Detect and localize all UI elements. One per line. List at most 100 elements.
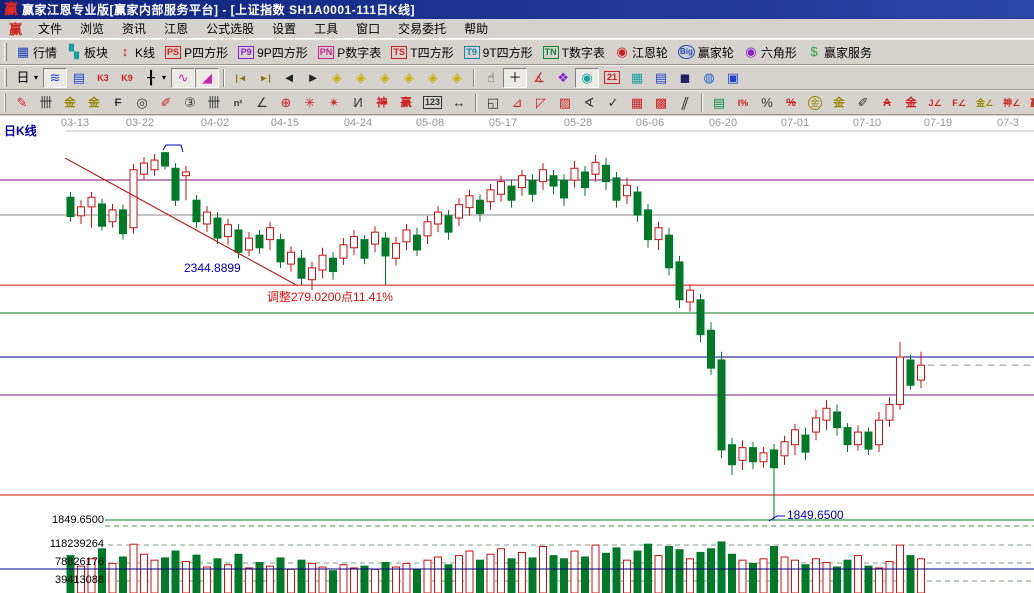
width-measure-button[interactable]: ↔ — [447, 93, 471, 113]
9t-square-button[interactable]: T99T四方形 — [459, 41, 538, 64]
circle-3-button[interactable]: ③ — [178, 93, 202, 113]
n-square-button[interactable]: n² — [226, 93, 250, 113]
f-angle-button[interactable]: F∠ — [947, 93, 971, 113]
box-lines-button[interactable]: ▨ — [553, 93, 577, 113]
go-prev-button[interactable]: ◄ — [277, 68, 301, 88]
ying-lines-button[interactable]: 赢 — [394, 93, 418, 113]
go-next-button[interactable]: ► — [301, 68, 325, 88]
menu-item-5[interactable]: 设置 — [263, 18, 305, 39]
diamond-right-button[interactable]: ◈ — [349, 68, 373, 88]
gold-red-lines-button[interactable]: 金 — [899, 93, 923, 113]
gann-wheel-small-button[interactable]: ✳ — [298, 93, 322, 113]
quotes-button[interactable]: ▦行情 — [11, 41, 62, 64]
color-chart-tool-button[interactable]: ◢ — [195, 68, 219, 88]
candle-style-button[interactable]: ╂▾ — [139, 68, 171, 88]
ruler-123-button[interactable]: 123 — [418, 93, 447, 112]
parallel-lines-button[interactable]: ∥ — [673, 93, 697, 113]
diamond-expand-button[interactable]: ◈ — [421, 68, 445, 88]
protractor-button[interactable]: ∠ — [250, 93, 274, 113]
menu-item-7[interactable]: 窗口 — [347, 18, 389, 39]
zoom-area-tool-button[interactable]: ≋ — [43, 68, 67, 88]
diamond-center-button[interactable]: ◈ — [445, 68, 469, 88]
square-tool-button[interactable]: ◱ — [481, 93, 505, 113]
hand-tool-button[interactable]: ☝ — [479, 68, 503, 88]
spiral-button[interactable]: ◎ — [130, 93, 154, 113]
calculator-button[interactable]: ▦ — [625, 68, 649, 88]
fan-in-box-button[interactable]: ◸ — [529, 93, 553, 113]
percent-lines-button[interactable]: % — [779, 93, 803, 113]
go-last-button[interactable]: ►| — [253, 68, 277, 88]
ruler-pencil-2-button[interactable]: ✐ — [851, 93, 875, 113]
system-monitor-button[interactable]: ▣ — [721, 68, 745, 88]
gold-hash-button[interactable]: 金 — [827, 93, 851, 113]
i-percent-button[interactable]: I% — [731, 93, 755, 113]
chart-area[interactable]: 日K线 03-1303-2204-0204-1504-2405-0805-170… — [0, 116, 1034, 593]
notes-button[interactable]: ▤ — [649, 68, 673, 88]
candle-body — [561, 180, 568, 198]
fan-in-box-icon: ◸ — [534, 96, 548, 110]
menu-item-0[interactable]: 文件 — [29, 18, 71, 39]
menu-item-4[interactable]: 公式选股 — [197, 18, 263, 39]
gann-shape-tool-button[interactable]: ❖ — [551, 68, 575, 88]
ma-9-button[interactable]: K9 — [115, 68, 139, 88]
cycle-tool-button[interactable]: ◉ — [575, 68, 599, 88]
menu-item-1[interactable]: 浏览 — [71, 18, 113, 39]
gold-lines-2-button[interactable]: 金 — [82, 93, 106, 113]
wave-n-button[interactable]: И — [346, 93, 370, 113]
hatch-lines-button[interactable]: 卌 — [34, 93, 58, 113]
spiral-icon: ◎ — [135, 96, 149, 110]
winner-wheel-button[interactable]: Big赢家轮 — [673, 41, 739, 64]
list-panel-button[interactable]: ▤ — [707, 93, 731, 113]
candle-body — [88, 197, 95, 207]
diamond-down-button[interactable]: ◈ — [397, 68, 421, 88]
zigzag-tool-button[interactable]: ∿ — [171, 68, 195, 88]
j-angle-button[interactable]: J∠ — [923, 93, 947, 113]
brush-button[interactable]: ✎ — [10, 93, 34, 113]
hatch-lines-2-button[interactable]: 卌 — [202, 93, 226, 113]
calendar-button[interactable]: 21 — [599, 68, 625, 87]
diamond-left-button[interactable]: ◈ — [325, 68, 349, 88]
menu-item-8[interactable]: 交易委托 — [389, 18, 455, 39]
shen-angle-button[interactable]: 神∠ — [998, 93, 1025, 113]
f-lines-button[interactable]: F — [106, 93, 130, 113]
angle-measure-button[interactable]: ∡ — [527, 68, 551, 88]
export-disk-button[interactable]: ◍ — [697, 68, 721, 88]
wave-check-button[interactable]: ✓ — [601, 93, 625, 113]
shen-lines-button[interactable]: 神 — [370, 93, 394, 113]
diamond-up-button[interactable]: ◈ — [373, 68, 397, 88]
ying-angle-button[interactable]: 赢∠ — [1025, 93, 1034, 113]
gold-circle-button[interactable]: 金 — [803, 93, 827, 113]
t-digit-table-button[interactable]: TNT数字表 — [538, 41, 610, 64]
percent-button[interactable]: % — [755, 93, 779, 113]
pencil-ruler-button[interactable]: ✐ — [154, 93, 178, 113]
sectors-button[interactable]: ▚板块 — [62, 41, 113, 64]
period-daily-button[interactable]: 日▾ — [11, 68, 43, 88]
save-button[interactable]: ◼ — [673, 68, 697, 88]
red-grid-2-button[interactable]: ▩ — [649, 93, 673, 113]
menu-item-6[interactable]: 工具 — [305, 18, 347, 39]
info-panel-button[interactable]: ▤ — [67, 68, 91, 88]
menu-item-9[interactable]: 帮助 — [455, 18, 497, 39]
t-square-button[interactable]: TST四方形 — [386, 41, 458, 64]
red-grid-button[interactable]: ▦ — [625, 93, 649, 113]
kline-button[interactable]: ↕K线 — [113, 41, 160, 64]
gold-angle-button[interactable]: 金∠ — [971, 93, 998, 113]
go-first-button[interactable]: |◄ — [229, 68, 253, 88]
hexagon-button[interactable]: ◉六角形 — [739, 41, 802, 64]
kline-canvas[interactable] — [0, 116, 1034, 593]
ma-3-button[interactable]: K3 — [91, 68, 115, 88]
angle-lines-button[interactable]: ∢ — [577, 93, 601, 113]
a-wave-button[interactable]: A — [875, 93, 899, 113]
gold-lines-1-button[interactable]: 金 — [58, 93, 82, 113]
winner-service-button[interactable]: $赢家服务 — [802, 41, 877, 64]
target-circle-button[interactable]: ⊕ — [274, 93, 298, 113]
menu-item-3[interactable]: 江恩 — [155, 18, 197, 39]
p-square-button[interactable]: PSP四方形 — [160, 41, 233, 64]
gann-fan-button[interactable]: ⊿ — [505, 93, 529, 113]
p-digit-table-button[interactable]: PNP数字表 — [313, 41, 387, 64]
menu-item-2[interactable]: 资讯 — [113, 18, 155, 39]
gann-wheel-button[interactable]: ◉江恩轮 — [610, 41, 673, 64]
gann-square-wheel-button[interactable]: ✴ — [322, 93, 346, 113]
9p-square-button[interactable]: P99P四方形 — [233, 41, 313, 64]
crosshair-tool-button[interactable]: ＋ — [503, 68, 527, 88]
